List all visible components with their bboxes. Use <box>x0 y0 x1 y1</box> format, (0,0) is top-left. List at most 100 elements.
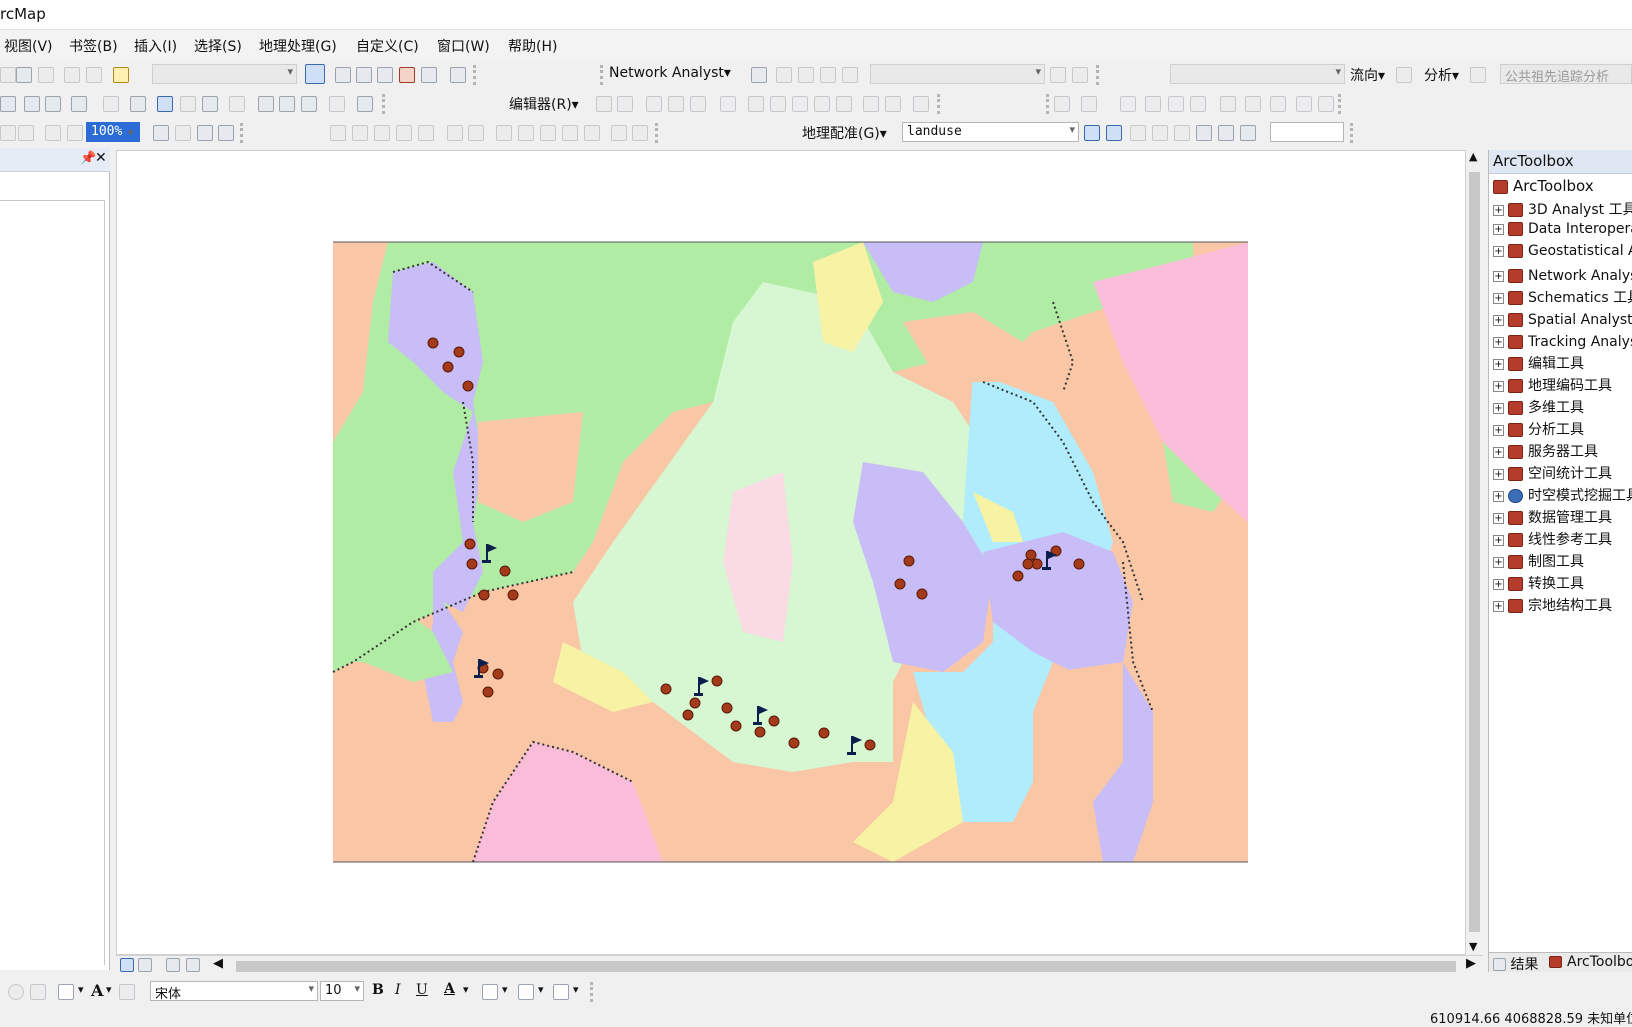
toolbox-tree-item[interactable]: + Geostatistical Analyst <box>1493 243 1632 265</box>
search-window-icon[interactable] <box>377 67 393 83</box>
arctoolbox-icon[interactable] <box>399 67 415 83</box>
toolbox-tree-item[interactable]: + 多维工具 <box>1493 397 1584 419</box>
toolbox-tree-item[interactable]: + Data Interoperability <box>1493 221 1632 243</box>
html-popup-icon[interactable] <box>202 96 218 112</box>
expand-icon[interactable]: + <box>1493 292 1504 304</box>
measure-icon[interactable] <box>229 96 245 112</box>
go-to-xy-icon[interactable] <box>301 96 317 112</box>
zoom-to-link-icon[interactable] <box>1130 125 1146 141</box>
arctoolbox-root[interactable]: ArcToolbox <box>1493 177 1594 195</box>
rotate-tool-icon[interactable] <box>8 984 24 1000</box>
undo-icon[interactable] <box>64 67 80 83</box>
toolbox-tree-item[interactable]: + Tracking Analyst 工具 <box>1493 331 1632 353</box>
straight-segment-icon[interactable] <box>646 96 662 112</box>
point-feature[interactable] <box>730 720 742 732</box>
python-window-icon[interactable] <box>421 67 437 83</box>
select-link-icon[interactable] <box>1106 125 1122 141</box>
expand-icon[interactable]: + <box>1493 534 1504 546</box>
zoom-whole-page-icon[interactable] <box>0 125 16 141</box>
solve-icon[interactable] <box>820 67 836 83</box>
chevron-down-icon[interactable]: ▾ <box>78 983 84 996</box>
toolbox-tree-item[interactable]: + 编辑工具 <box>1493 353 1584 375</box>
expand-icon[interactable]: + <box>1493 578 1504 590</box>
line-color-icon[interactable] <box>518 984 534 1000</box>
chevron-down-icon[interactable]: ▾ <box>106 983 112 996</box>
map-scale-combo[interactable]: ▾ <box>152 64 297 84</box>
forward-extent-icon[interactable] <box>45 96 61 112</box>
select-features-icon[interactable] <box>71 96 87 112</box>
select-elements-icon[interactable] <box>130 96 146 112</box>
bold-button[interactable]: B <box>372 982 384 998</box>
point-feature[interactable] <box>682 709 694 721</box>
topology-props-icon[interactable] <box>1318 96 1334 112</box>
select-move-location-icon[interactable] <box>798 67 814 83</box>
chevron-down-icon[interactable]: ▾ <box>128 126 134 139</box>
point-feature[interactable] <box>818 727 830 739</box>
map-view[interactable] <box>116 150 1466 955</box>
toolbox-tree-item[interactable]: + Schematics 工具 <box>1493 287 1632 309</box>
toolbar-grip[interactable] <box>1350 123 1353 143</box>
network-analyst-menu[interactable]: Network Analyst▾ <box>609 65 731 81</box>
point-feature[interactable] <box>492 668 504 680</box>
zoom-100-icon[interactable] <box>18 125 34 141</box>
point-feature[interactable] <box>464 538 476 550</box>
point-feature[interactable] <box>1022 558 1034 570</box>
expand-icon[interactable]: + <box>1493 424 1504 436</box>
georef-tool-9-icon[interactable] <box>518 125 534 141</box>
network-layer-combo[interactable]: ▾ <box>870 64 1045 84</box>
point-feature[interactable] <box>1073 558 1085 570</box>
identify-icon[interactable] <box>157 96 173 112</box>
pause-drawing-icon[interactable] <box>186 958 200 972</box>
menu-view[interactable]: 视图(V) <box>4 36 53 56</box>
table-of-contents-icon[interactable] <box>335 67 351 83</box>
data-driven-pages-icon[interactable] <box>218 125 234 141</box>
point-feature[interactable] <box>453 346 465 358</box>
georef-layer-combo[interactable]: landuse ▾ <box>902 122 1079 142</box>
pin-icon[interactable]: 📌 <box>80 151 96 166</box>
point-icon[interactable] <box>720 96 736 112</box>
flow-menu[interactable]: 流向▾ <box>1350 65 1385 85</box>
scroll-up-icon[interactable]: ▲ <box>1469 150 1477 163</box>
attributes-icon[interactable] <box>863 96 879 112</box>
directions-icon[interactable] <box>842 67 858 83</box>
build-network-icon[interactable] <box>1050 67 1066 83</box>
clear-selection-icon[interactable] <box>103 96 119 112</box>
menu-windows[interactable]: 窗口(W) <box>437 36 490 56</box>
toolbox-tree-item[interactable]: + 数据管理工具 <box>1493 507 1612 529</box>
expand-icon[interactable]: + <box>1493 204 1504 216</box>
fill-color-icon[interactable] <box>482 984 498 1000</box>
toc-content[interactable] <box>0 200 105 965</box>
end-point-arc-icon[interactable] <box>668 96 684 112</box>
rectangle-tool-icon[interactable] <box>58 984 74 1000</box>
point-feature[interactable] <box>507 589 519 601</box>
viewer-icon[interactable] <box>1218 125 1234 141</box>
fix-topology-error-icon[interactable] <box>1245 96 1261 112</box>
find-icon[interactable] <box>258 96 274 112</box>
georef-tool-12-icon[interactable] <box>584 125 600 141</box>
split-icon[interactable] <box>814 96 830 112</box>
sketch-properties-icon[interactable] <box>885 96 901 112</box>
point-feature[interactable] <box>754 726 766 738</box>
point-feature[interactable] <box>788 737 800 749</box>
scroll-left-icon[interactable]: ◀ <box>213 956 223 971</box>
expand-icon[interactable]: + <box>1493 490 1504 502</box>
font-color-button[interactable]: A <box>444 981 455 997</box>
chevron-down-icon[interactable]: ▾ <box>502 983 508 996</box>
toolbar-grip[interactable] <box>382 94 385 114</box>
toolbox-tree-item[interactable]: + 宗地结构工具 <box>1493 595 1612 617</box>
expand-icon[interactable]: + <box>1493 446 1504 458</box>
menu-geoprocessing[interactable]: 地理处理(G) <box>259 36 337 56</box>
align-edge-icon[interactable] <box>1168 96 1184 112</box>
network-analyst-window-icon[interactable] <box>751 67 767 83</box>
toolbar-grip[interactable] <box>937 94 940 114</box>
reshape-icon[interactable] <box>770 96 786 112</box>
expand-icon[interactable]: + <box>1493 245 1504 257</box>
point-feature[interactable] <box>721 702 733 714</box>
create-network-location-icon[interactable] <box>776 67 792 83</box>
georef-tool-8-icon[interactable] <box>496 125 512 141</box>
point-feature[interactable] <box>916 588 928 600</box>
new-text-icon[interactable]: A <box>91 981 103 1000</box>
data-view-icon[interactable] <box>120 958 134 972</box>
topology-edit-icon[interactable] <box>1120 96 1136 112</box>
georeferencing-menu[interactable]: 地理配准(G)▾ <box>802 123 887 143</box>
